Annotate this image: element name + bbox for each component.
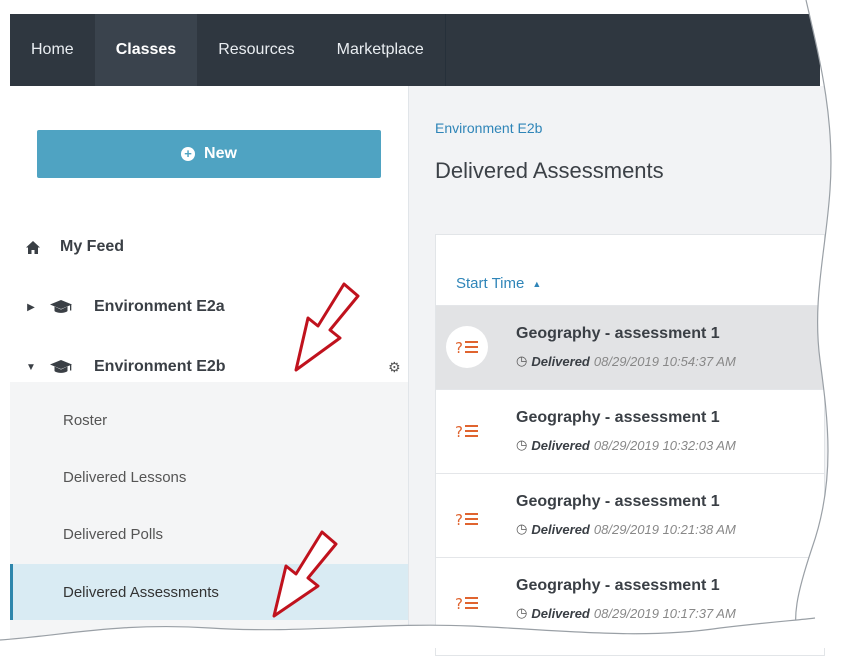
- graduation-cap-icon: [50, 360, 76, 374]
- assessment-title: Geography - assessment 1: [516, 493, 720, 510]
- clock-icon: ◷: [516, 437, 528, 452]
- timestamp: 08/29/2019 10:17:37 AM: [593, 605, 736, 621]
- caret-right-icon[interactable]: ▶: [24, 302, 38, 313]
- svg-text:?: ?: [455, 511, 463, 527]
- status-text: Delivered: [531, 437, 590, 453]
- sidebar-item-roster[interactable]: Roster: [10, 392, 408, 448]
- assessment-meta: ◷ Delivered 08/29/2019 10:21:38 AM: [516, 521, 736, 537]
- plus-circle-icon: +: [181, 147, 196, 161]
- new-button[interactable]: + New: [37, 130, 381, 178]
- sort-ascending-icon: ▲: [532, 278, 542, 289]
- new-button-label: New: [204, 145, 237, 162]
- list-item[interactable]: ? Geography - assessment 1 ◷ Delivered 0…: [436, 557, 824, 642]
- assessment-icon: ?: [446, 410, 488, 452]
- sort-start-time[interactable]: Start Time ▲: [456, 275, 541, 292]
- assessment-icon: ?: [446, 498, 488, 540]
- tab-marketplace[interactable]: Marketplace: [316, 14, 445, 86]
- assessment-title: Geography - assessment 1: [516, 325, 720, 342]
- sidebar-item-delivered-assessments[interactable]: Delivered Assessments: [10, 564, 408, 620]
- nav-spacer: [444, 14, 820, 86]
- home-icon: [26, 240, 44, 254]
- tab-resources[interactable]: Resources: [197, 14, 315, 86]
- timestamp: 08/29/2019 10:54:37 AM: [593, 353, 736, 369]
- timestamp: 08/29/2019 10:21:38 AM: [593, 521, 736, 537]
- assessments-list: Start Time ▲ ? Geography - assessment 1 …: [435, 234, 825, 656]
- assessment-meta: ◷ Delivered 08/29/2019 10:17:37 AM: [516, 605, 736, 621]
- class-subnav: Roster Delivered Lessons Delivered Polls…: [10, 382, 408, 648]
- sidebar-item-label: Environment E2a: [94, 298, 225, 315]
- gear-icon[interactable]: ⚙: [388, 359, 401, 376]
- sidebar-item-my-feed[interactable]: My Feed: [10, 227, 408, 267]
- page-title: Delivered Assessments: [435, 158, 664, 183]
- main-content: Environment E2b Delivered Assessments St…: [409, 86, 854, 656]
- clock-icon: ◷: [516, 521, 528, 536]
- assessment-meta: ◷ Delivered 08/29/2019 10:54:37 AM: [516, 353, 736, 369]
- clock-icon: ◷: [516, 353, 528, 368]
- assessment-title: Geography - assessment 1: [516, 577, 720, 594]
- clock-icon: ◷: [516, 605, 528, 620]
- assessment-title: Geography - assessment 1: [516, 409, 720, 426]
- list-item[interactable]: ? Geography - assessment 1 ◷ Delivered 0…: [436, 389, 824, 474]
- breadcrumb[interactable]: Environment E2b: [435, 120, 542, 136]
- sidebar-item-environment-e2b[interactable]: ▼ Environment E2b ⚙: [10, 347, 408, 387]
- status-text: Delivered: [531, 521, 590, 537]
- tab-home[interactable]: Home: [10, 14, 95, 86]
- tab-classes[interactable]: Classes: [94, 14, 198, 86]
- top-navigation: Home Classes Resources Marketplace: [10, 14, 820, 86]
- caret-down-icon[interactable]: ▼: [24, 362, 38, 373]
- sidebar-item-label: Environment E2b: [94, 358, 226, 375]
- status-text: Delivered: [531, 605, 590, 621]
- timestamp: 08/29/2019 10:32:03 AM: [593, 437, 736, 453]
- svg-text:?: ?: [455, 339, 463, 355]
- list-item[interactable]: ? Geography - assessment 1 ◷ Delivered 0…: [436, 473, 824, 558]
- sidebar-item-delivered-polls[interactable]: Delivered Polls: [10, 506, 408, 562]
- list-item[interactable]: ? Geography - assessment 1 ◷ Delivered 0…: [436, 305, 824, 390]
- assessment-icon: ?: [446, 326, 488, 368]
- sort-label: Start Time: [456, 275, 525, 292]
- svg-text:?: ?: [455, 423, 463, 439]
- status-text: Delivered: [531, 353, 590, 369]
- sidebar-item-environment-e2a[interactable]: ▶ Environment E2a: [10, 287, 408, 327]
- sidebar-item-delivered-lessons[interactable]: Delivered Lessons: [10, 449, 408, 505]
- assessment-meta: ◷ Delivered 08/29/2019 10:32:03 AM: [516, 437, 736, 453]
- svg-text:?: ?: [455, 595, 463, 611]
- assessment-icon: ?: [446, 582, 488, 624]
- graduation-cap-icon: [50, 300, 76, 314]
- sidebar-item-label: My Feed: [60, 238, 125, 255]
- sidebar: + New My Feed ▶ Environment E2a ▼ Enviro…: [10, 86, 409, 648]
